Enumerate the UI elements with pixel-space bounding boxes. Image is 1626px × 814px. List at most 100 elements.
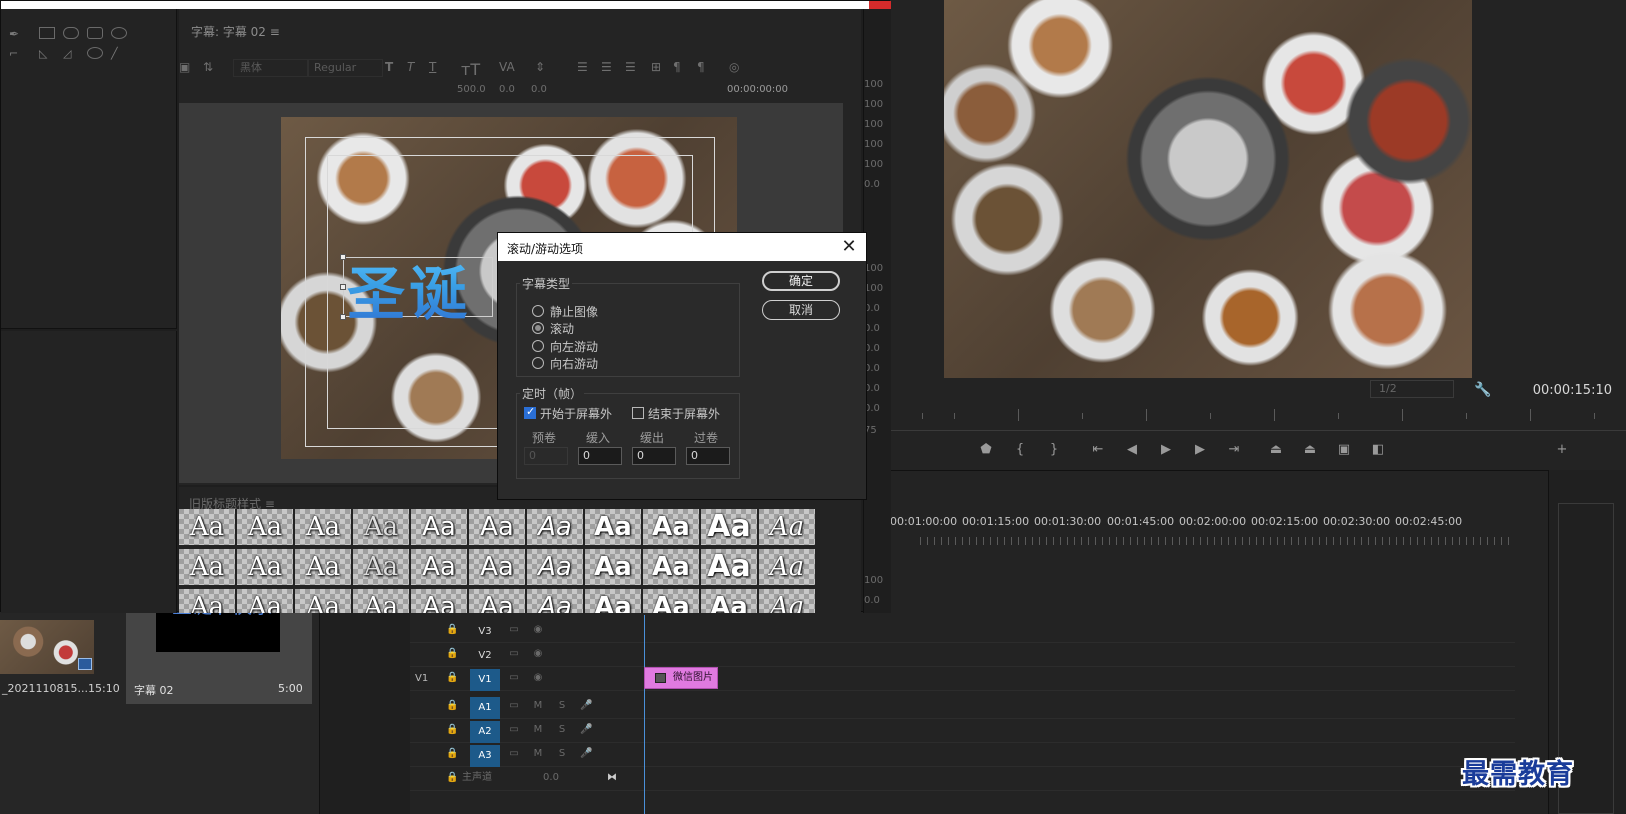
sync-icon[interactable]: ▭ — [508, 724, 520, 736]
style-swatch[interactable]: Aa — [411, 509, 467, 545]
source-patch-v1[interactable]: V1 — [415, 673, 428, 684]
window-close-button[interactable] — [869, 1, 891, 9]
track-label[interactable]: V1 — [470, 669, 500, 691]
lock-icon[interactable]: 🔒 — [446, 772, 458, 784]
property-value[interactable]: 0.0 — [864, 179, 880, 190]
style-swatch[interactable]: Aa — [585, 509, 641, 545]
window-titlebar[interactable] — [1, 1, 891, 9]
align-right-icon[interactable]: ☰ — [625, 60, 636, 74]
style-swatch[interactable]: Aa — [411, 589, 467, 613]
style-swatch[interactable]: Aa — [469, 589, 525, 613]
tab-stops-icon[interactable]: ⊞ — [651, 60, 661, 74]
track-label[interactable]: A3 — [470, 745, 500, 767]
title-text[interactable]: 圣诞 — [347, 247, 471, 331]
mute-button[interactable]: M — [532, 748, 544, 760]
property-value[interactable]: 100 — [864, 79, 883, 90]
font-size-value[interactable]: 500.0 — [457, 84, 486, 95]
paragraph-rtl-icon[interactable]: ¶ — [697, 60, 705, 74]
lock-icon[interactable]: 🔒 — [446, 724, 458, 736]
lock-icon[interactable]: 🔒 — [446, 672, 458, 684]
new-title-icon[interactable]: ▣ — [179, 60, 190, 74]
show-background-icon[interactable]: ◎ — [729, 60, 739, 74]
track-v1[interactable]: V1 🔒 V1 ▭ ◉ — [410, 667, 1515, 691]
wrench-icon[interactable]: 🔧 — [1474, 382, 1491, 398]
program-scrub-ruler[interactable] — [890, 405, 1626, 431]
track-a2[interactable]: 🔒 A2 ▭ M S 🎤 — [410, 719, 1515, 743]
eye-icon[interactable]: ◉ — [532, 672, 544, 684]
cancel-button[interactable]: 取消 — [762, 300, 840, 320]
style-swatch[interactable]: Aa — [353, 509, 409, 545]
style-swatch[interactable]: Aa — [237, 509, 293, 545]
lock-icon[interactable]: 🔒 — [446, 624, 458, 636]
style-swatch[interactable]: Aa — [759, 549, 815, 585]
track-label[interactable]: A2 — [470, 721, 500, 743]
lock-icon[interactable]: 🔒 — [446, 748, 458, 760]
postroll-field[interactable]: 0 — [686, 447, 730, 465]
style-swatch[interactable]: Aa — [353, 589, 409, 613]
style-swatch[interactable]: Aa — [179, 509, 235, 545]
solo-button[interactable]: S — [556, 700, 568, 712]
sync-icon[interactable]: ▭ — [508, 672, 520, 684]
property-value[interactable]: 100 — [864, 575, 883, 586]
sync-icon[interactable]: ▭ — [508, 624, 520, 636]
property-value[interactable]: 100 — [864, 159, 883, 170]
mark-in-icon[interactable]: { — [1010, 440, 1030, 460]
title-timecode[interactable]: 00:00:00:00 — [727, 84, 788, 95]
step-back-icon[interactable]: ◀ — [1122, 440, 1142, 460]
track-a3[interactable]: 🔒 A3 ▭ M S 🎤 — [410, 743, 1515, 767]
radio-button[interactable] — [532, 357, 544, 369]
lift-icon[interactable]: ⏏ — [1266, 440, 1286, 460]
align-center-icon[interactable]: ☰ — [601, 60, 612, 74]
track-v3[interactable]: 🔒 V3 ▭ ◉ — [410, 619, 1515, 643]
sync-icon[interactable]: ▭ — [508, 700, 520, 712]
circle-tool-icon[interactable] — [87, 47, 103, 59]
mic-icon[interactable]: 🎤 — [580, 700, 592, 712]
style-swatch[interactable]: Aa — [179, 549, 235, 585]
resize-handle[interactable] — [340, 314, 346, 320]
mute-button[interactable]: M — [532, 700, 544, 712]
underline-icon[interactable]: T — [429, 60, 436, 74]
roll-crawl-icon[interactable]: ⇅ — [203, 60, 213, 74]
close-icon[interactable]: ✕ — [838, 236, 860, 258]
style-swatch[interactable]: Aa — [527, 549, 583, 585]
arc-tool-icon[interactable]: ◿ — [63, 47, 79, 60]
add-button-icon[interactable]: + — [1552, 440, 1572, 460]
marker-icon[interactable]: ⬟ — [976, 440, 996, 460]
resize-handle[interactable] — [340, 254, 346, 260]
playhead[interactable] — [644, 615, 645, 814]
track-a1[interactable]: 🔒 A1 ▭ M S 🎤 — [410, 695, 1515, 719]
track-label[interactable]: V3 — [470, 621, 500, 643]
radio-button[interactable] — [532, 340, 544, 352]
leading-value[interactable]: 0.0 — [531, 84, 547, 95]
italic-icon[interactable]: T — [407, 60, 414, 74]
style-swatch[interactable]: Aa — [643, 589, 699, 613]
sync-icon[interactable]: ▭ — [508, 748, 520, 760]
master-volume-value[interactable]: 0.0 — [536, 772, 566, 784]
eye-icon[interactable]: ◉ — [532, 624, 544, 636]
font-size-icon[interactable]: тT — [461, 60, 480, 79]
font-style-select[interactable]: Regular — [307, 59, 383, 77]
checkbox[interactable] — [632, 407, 644, 419]
align-left-icon[interactable]: ☰ — [577, 60, 588, 74]
kerning-icon[interactable]: VA — [499, 60, 515, 74]
ellipse-tool-icon[interactable] — [111, 27, 127, 39]
property-value[interactable]: 100 — [864, 99, 883, 110]
ease-out-field[interactable]: 0 — [632, 447, 676, 465]
style-swatch[interactable]: Aa — [237, 549, 293, 585]
rectangle-tool-icon[interactable] — [39, 27, 55, 39]
resize-handle[interactable] — [340, 284, 346, 290]
track-master[interactable]: 🔒 主声道 0.0 ⧓ — [410, 767, 1515, 791]
go-to-in-icon[interactable]: ⇤ — [1088, 440, 1108, 460]
panel-menu-icon[interactable]: ≡ — [270, 25, 280, 39]
pen-tool-icon[interactable]: ✒ — [9, 27, 25, 41]
style-swatch[interactable]: Aa — [295, 589, 351, 613]
sync-icon[interactable]: ▭ — [508, 648, 520, 660]
radio-button[interactable] — [532, 305, 544, 317]
style-swatch[interactable]: Aa — [701, 509, 757, 545]
camera-icon[interactable]: ▣ — [1334, 440, 1354, 460]
style-swatch[interactable]: Aa — [701, 589, 757, 613]
eye-icon[interactable]: ◉ — [532, 648, 544, 660]
track-v2[interactable]: 🔒 V2 ▭ ◉ — [410, 643, 1515, 667]
paragraph-ltr-icon[interactable]: ¶ — [673, 60, 681, 74]
style-swatch[interactable]: Aa — [179, 589, 235, 613]
